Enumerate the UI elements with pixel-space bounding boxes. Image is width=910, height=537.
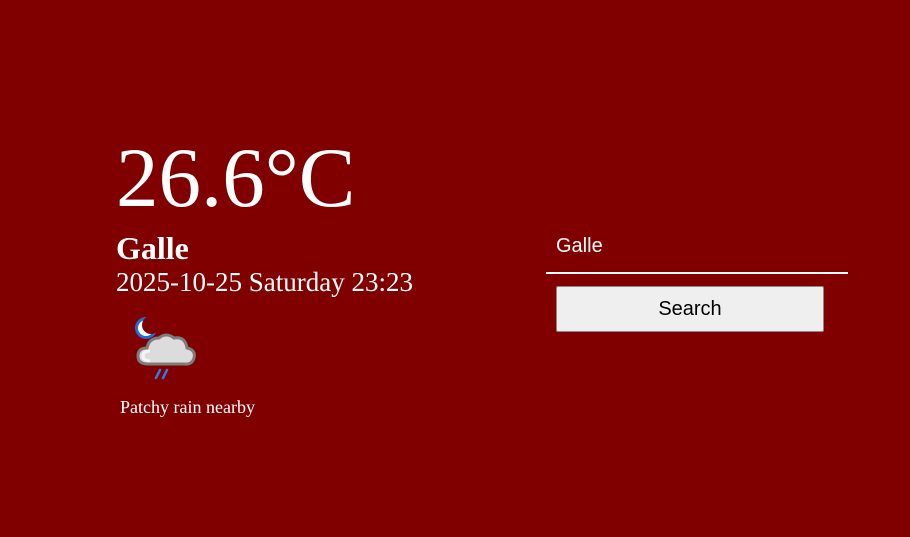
city-search-input[interactable] (546, 220, 848, 274)
condition-text: Patchy rain nearby (120, 397, 255, 417)
search-button[interactable]: Search (556, 286, 824, 332)
city-name: Galle (116, 230, 189, 266)
search-panel: Search (546, 220, 848, 332)
night-cloud-rain-icon (128, 314, 196, 382)
local-datetime: 2025-10-25 Saturday 23:23 (116, 267, 413, 297)
weather-panel: 26.6°C Galle 2025-10-25 Saturday 23:23 P… (116, 130, 413, 418)
temperature-value: 26.6°C (116, 131, 356, 225)
